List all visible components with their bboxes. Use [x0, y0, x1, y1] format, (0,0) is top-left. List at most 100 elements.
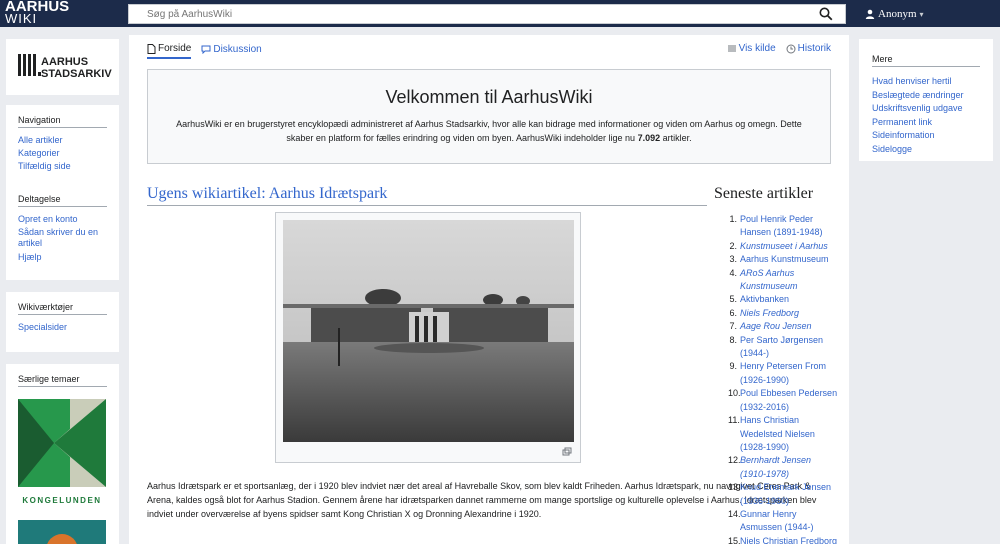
talk-icon	[201, 45, 211, 54]
theme-banner-2[interactable]	[18, 520, 106, 544]
tab-forside-label: Forside	[158, 43, 192, 54]
recent-article-item: 15.Niels Christian Fredborg (1946-)	[728, 535, 838, 544]
more-item-udskrift[interactable]: Udskriftsvenlig udgave	[872, 102, 980, 116]
kongelunden-artwork	[18, 399, 106, 487]
tab-diskussion-label: Diskussion	[213, 44, 262, 55]
sidebar-item-kategorier[interactable]: Kategorier	[18, 147, 107, 160]
more-item-permanent-link[interactable]: Permanent link	[872, 116, 980, 130]
recent-article-link[interactable]: ARoS Aarhus Kunstmuseum	[740, 267, 838, 294]
chevron-down-icon: ▾	[919, 9, 924, 19]
tab-vis-kilde-label: Vis kilde	[738, 43, 776, 54]
kongelunden-banner[interactable]: KONGELUNDEN	[18, 399, 106, 508]
recent-article-number: 1.	[729, 214, 737, 224]
sidebar-item-tilfaeldig-side[interactable]: Tilfældig side	[18, 160, 107, 173]
saerlige-temaer-portal: Særlige temaer KONGELUNDEN	[6, 364, 119, 544]
search-input[interactable]	[129, 5, 809, 23]
recent-article-link[interactable]: Niels Christian Fredborg (1946-)	[740, 535, 838, 544]
featured-image-frame	[275, 212, 581, 463]
stadsarkiv-logo[interactable]: AARHUS STADSARKIV	[6, 39, 119, 95]
main-content: Forside Diskussion Vis kilde Historik Ve…	[129, 35, 849, 544]
wikivaerktoejer-heading: Wikiværktøjer	[18, 302, 107, 315]
sidebar-item-alle-artikler[interactable]: Alle artikler	[18, 134, 107, 147]
tab-diskussion[interactable]: Diskussion	[201, 43, 262, 59]
user-icon	[865, 9, 875, 19]
welcome-title: Velkommen til AarhusWiki	[385, 87, 593, 107]
recent-article-item: 13. Knud Enemark Jensen (1936-1960)	[728, 481, 838, 508]
magnify-icon[interactable]	[562, 447, 572, 457]
site-logo[interactable]: AARHUS WIKI	[5, 0, 69, 25]
recent-article-link[interactable]: Aarhus Kunstmuseum	[740, 253, 829, 266]
recent-article-item: 2. Kunstmuseet i Aarhus	[728, 240, 838, 253]
recent-article-link[interactable]: Bernhardt Jensen (1910-1978)	[740, 454, 838, 481]
more-item-beslaegtede[interactable]: Beslægtede ændringer	[872, 89, 980, 103]
user-name: Anonym	[878, 8, 917, 20]
more-item-sidelogge[interactable]: Sidelogge	[872, 143, 980, 157]
welcome-text: AarhusWiki er en brugerstyret encyklopæd…	[162, 117, 816, 145]
more-portal: Mere Hvad henviser hertil Beslægtede ænd…	[859, 39, 993, 161]
recent-article-number: 11.	[728, 415, 740, 426]
recent-article-link[interactable]: Henry Petersen From (1926-1990)	[740, 360, 838, 387]
recent-article-item: 6. Niels Fredborg	[728, 307, 838, 320]
recent-article-link[interactable]: Hans Christian Wedelsted Nielsen (1928-1…	[740, 414, 838, 454]
recent-articles-heading: Seneste artikler	[714, 185, 814, 202]
recent-article-link[interactable]: Niels Fredborg	[740, 307, 799, 320]
recent-article-item: 5. Aktivbanken	[728, 293, 838, 306]
recent-article-link[interactable]: Aage Rou Jensen	[740, 320, 812, 333]
recent-article-item: 1. Poul Henrik Peder Hansen (1891-1948)	[728, 213, 838, 240]
recent-article-item: 12. Bernhardt Jensen (1910-1978)	[728, 454, 838, 481]
recent-article-number: 15.	[728, 535, 741, 544]
stadsarkiv-logo-line1: AARHUS	[41, 56, 89, 68]
sidebar-item-specialsider[interactable]: Specialsider	[18, 321, 107, 334]
recent-article-item: 9. Henry Petersen From (1926-1990)	[728, 360, 838, 387]
user-menu[interactable]: Anonym ▾	[865, 8, 924, 20]
page-icon	[147, 43, 156, 54]
deltagelse-portal: Deltagelse Opret en konto Sådan skriver …	[6, 182, 119, 280]
recent-articles-list: 1. Poul Henrik Peder Hansen (1891-1948) 2.…	[728, 213, 838, 544]
deltagelse-heading: Deltagelse	[18, 194, 107, 207]
recent-article-number: 7.	[729, 321, 737, 332]
recent-article-number: 4.	[729, 267, 737, 278]
recent-article-item: 4. ARoS Aarhus Kunstmuseum	[728, 267, 838, 294]
recent-article-link[interactable]: Gunnar Henry Asmussen (1944-)	[740, 508, 838, 535]
recent-article-number: 13.	[728, 482, 741, 493]
source-icon	[728, 45, 736, 52]
sidebar-item-hjaelp[interactable]: Hjælp	[18, 251, 107, 264]
recent-article-link[interactable]: Kunstmuseet i Aarhus	[740, 240, 828, 253]
tab-vis-kilde[interactable]: Vis kilde	[728, 43, 776, 57]
sidebar-item-saadan-skriver[interactable]: Sådan skriver du en artikel	[18, 227, 107, 249]
wikivaerktoejer-portal: Wikiværktøjer Specialsider	[6, 292, 119, 352]
recent-article-item: 3. Aarhus Kunstmuseum	[728, 253, 838, 266]
recent-article-number: 6.	[729, 307, 737, 318]
more-item-sideinformation[interactable]: Sideinformation	[872, 129, 980, 143]
recent-article-link[interactable]: Poul Henrik Peder Hansen (1891-1948)	[740, 213, 838, 240]
tab-historik[interactable]: Historik	[786, 43, 831, 57]
recent-article-link[interactable]: Aktivbanken	[740, 293, 789, 306]
recent-article-item: 10. Poul Ebbesen Pedersen (1932-2016)	[728, 387, 838, 414]
sidebar-item-opret-konto[interactable]: Opret en konto	[18, 213, 107, 226]
article-count: 7.092	[637, 133, 661, 143]
more-heading: Mere	[872, 54, 980, 67]
featured-photo[interactable]	[283, 220, 574, 442]
recent-article-number: 9.	[729, 361, 737, 372]
recent-article-link[interactable]: Knud Enemark Jensen (1936-1960)	[740, 481, 838, 508]
theme-banner-2-shape	[46, 534, 78, 544]
saerlige-temaer-heading: Særlige temaer	[18, 374, 107, 387]
recent-article-number: 5.	[729, 294, 737, 305]
more-item-hvad-henviser[interactable]: Hvad henviser hertil	[872, 75, 980, 89]
recent-article-item: 11. Hans Christian Wedelsted Nielsen (192…	[728, 414, 838, 454]
page-tabs: Forside Diskussion	[147, 43, 262, 59]
tab-forside[interactable]: Forside	[147, 43, 192, 59]
recent-article-item: 14. Gunnar Henry Asmussen (1944-)	[728, 508, 838, 535]
recent-article-number: 8.	[729, 334, 737, 345]
featured-article-text: Aarhus Idrætspark er et sportsanlæg, der…	[147, 481, 817, 519]
recent-article-number: 12.	[728, 455, 741, 466]
featured-article-heading[interactable]: Ugens wikiartikel: Aarhus Idrætspark	[147, 185, 707, 206]
search-icon[interactable]	[819, 7, 833, 21]
welcome-box: Velkommen til AarhusWiki AarhusWiki er e…	[147, 69, 831, 164]
tab-historik-label: Historik	[797, 43, 831, 54]
recent-article-link[interactable]: Poul Ebbesen Pedersen (1932-2016)	[740, 387, 838, 414]
recent-article-item: 8. Per Sarto Jørgensen (1944-)	[728, 334, 838, 361]
recent-article-link[interactable]: Per Sarto Jørgensen (1944-)	[740, 334, 838, 361]
recent-article-number: 10.	[728, 388, 741, 399]
top-bar: AARHUS WIKI Anonym ▾	[0, 0, 1000, 27]
